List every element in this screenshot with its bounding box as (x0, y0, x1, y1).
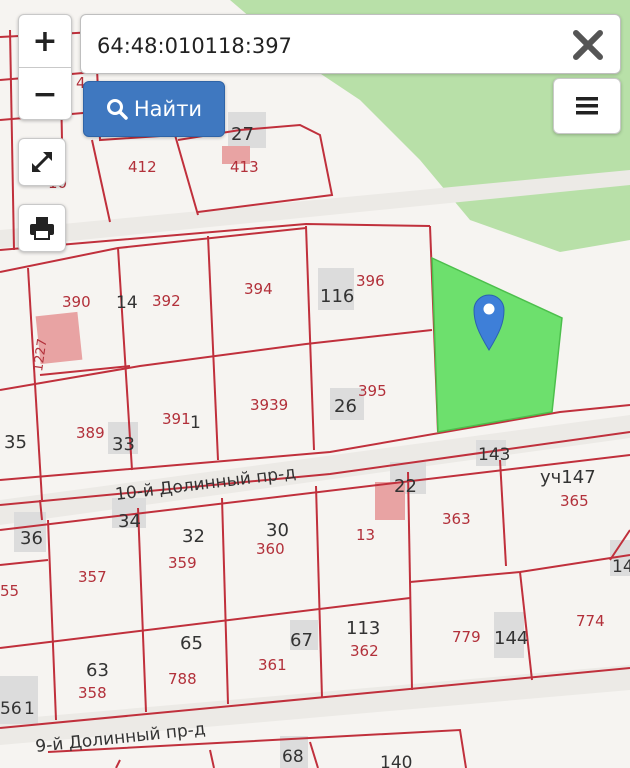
print-icon (30, 217, 54, 240)
parcel-label: 394 (244, 280, 273, 298)
parcel-label: 396 (356, 272, 385, 290)
print-button[interactable] (18, 204, 66, 252)
parcel-label: 363 (442, 510, 471, 528)
find-button[interactable]: Найти (83, 81, 225, 137)
parcel-label: 412 (128, 158, 157, 176)
parcel-label: 140 (380, 753, 412, 768)
clear-button[interactable] (568, 25, 608, 65)
parcel-label: 390 (62, 293, 91, 311)
parcel-label: 30 (266, 520, 289, 541)
parcel-label: 3939 (250, 396, 288, 414)
find-button-label: Найти (133, 97, 203, 121)
parcel-label: 113 (346, 618, 380, 639)
parcel-label: 35 (4, 432, 27, 453)
menu-icon (576, 97, 598, 115)
fullscreen-icon (31, 151, 53, 173)
parcel-label: 32 (182, 526, 205, 547)
parcel-label: 788 (168, 670, 197, 688)
parcel-label: 357 (78, 568, 107, 586)
parcel-label: 68 (282, 747, 304, 767)
parcel-label: 358 (78, 684, 107, 702)
zoom-control: + − (18, 14, 72, 120)
parcel-label: 22 (394, 476, 417, 497)
parcel-label: 360 (256, 540, 285, 558)
zoom-out-button[interactable]: − (19, 67, 71, 119)
zoom-in-button[interactable]: + (19, 15, 71, 67)
menu-button[interactable] (553, 78, 621, 134)
parcel-label: 144 (494, 628, 528, 649)
parcel-label: 143 (478, 445, 510, 465)
search-icon (106, 99, 128, 120)
zoom-in-icon: + (32, 23, 58, 59)
parcel-label: 55 (0, 582, 19, 600)
parcel-label: 14 (612, 557, 630, 577)
parcel-label: 14 (116, 293, 138, 313)
parcel-label: 1 (190, 413, 201, 433)
fullscreen-button[interactable] (18, 138, 66, 186)
parcel-label: 27 (231, 124, 254, 145)
parcel-label: уч147 (540, 467, 596, 488)
parcel-label: 36 (20, 528, 43, 549)
parcel-label: 361 (258, 656, 287, 674)
search-input[interactable] (95, 25, 559, 67)
parcel-label: 13 (356, 526, 375, 544)
parcel-label: 26 (334, 396, 357, 417)
parcel-label: 65 (180, 633, 203, 654)
parcel-label: 391 (162, 410, 191, 428)
parcel-label: 779 (452, 628, 481, 646)
parcel-label: 774 (576, 612, 605, 630)
clear-icon (573, 30, 603, 60)
parcel-label: 116 (320, 286, 354, 307)
parcel-label: 63 (86, 660, 109, 681)
zoom-out-icon: − (32, 76, 58, 112)
parcel-label: 392 (152, 292, 181, 310)
parcel-label: 1 (24, 699, 35, 719)
parcel-label: 413 (230, 158, 259, 176)
parcel-label: 359 (168, 554, 197, 572)
parcel-label: 56 (0, 699, 22, 719)
parcel-label: 33 (112, 434, 135, 455)
parcel-label: 389 (76, 424, 105, 442)
parcel-label: 365 (560, 492, 589, 510)
parcel-label: 362 (350, 642, 379, 660)
parcel-label: 395 (358, 382, 387, 400)
search-box (80, 14, 621, 74)
parcel-label: 67 (290, 630, 313, 651)
parcel-label: 34 (118, 511, 141, 532)
